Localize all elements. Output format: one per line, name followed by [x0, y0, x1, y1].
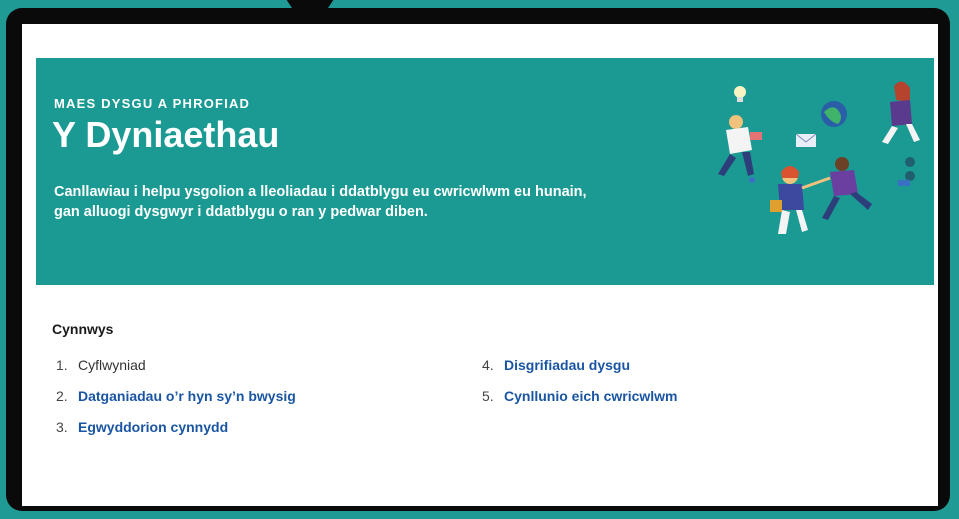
toc-item-3: 3. Egwyddorion cynnydd [56, 419, 228, 435]
toc-item-5: 5. Cynllunio eich cwricwlwm [482, 388, 677, 404]
toc-number: 3. [56, 419, 68, 435]
toc-link-disgrifiadau[interactable]: Disgrifiadau dysgu [504, 357, 630, 373]
toc-label: Cyflwyniad [78, 357, 146, 373]
toc-link-cynllunio[interactable]: Cynllunio eich cwricwlwm [504, 388, 677, 404]
contents-heading: Cynnwys [52, 321, 114, 337]
toc-item-1: 1. Cyflwyniad [56, 357, 146, 373]
toc-number: 5. [482, 388, 494, 404]
toc-item-2: 2. Datganiadau o’r hyn sy’n bwysig [56, 388, 296, 404]
toc-number: 1. [56, 357, 68, 373]
page-subtitle: Canllawiau i helpu ysgolion a lleoliadau… [54, 184, 587, 220]
toc-link-egwyddorion[interactable]: Egwyddorion cynnydd [78, 419, 228, 435]
hero-banner: MAES DYSGU A PHROFIAD Y Dyniaethau Canll… [36, 58, 934, 285]
toc-number: 2. [56, 388, 68, 404]
page-title: Y Dyniaethau [52, 114, 280, 155]
people-illustration [718, 81, 920, 234]
area-eyebrow: MAES DYSGU A PHROFIAD [54, 96, 251, 111]
toc-number: 4. [482, 357, 494, 373]
toc-item-4: 4. Disgrifiadau dysgu [482, 357, 630, 373]
toc-link-datganiadau[interactable]: Datganiadau o’r hyn sy’n bwysig [78, 388, 296, 404]
